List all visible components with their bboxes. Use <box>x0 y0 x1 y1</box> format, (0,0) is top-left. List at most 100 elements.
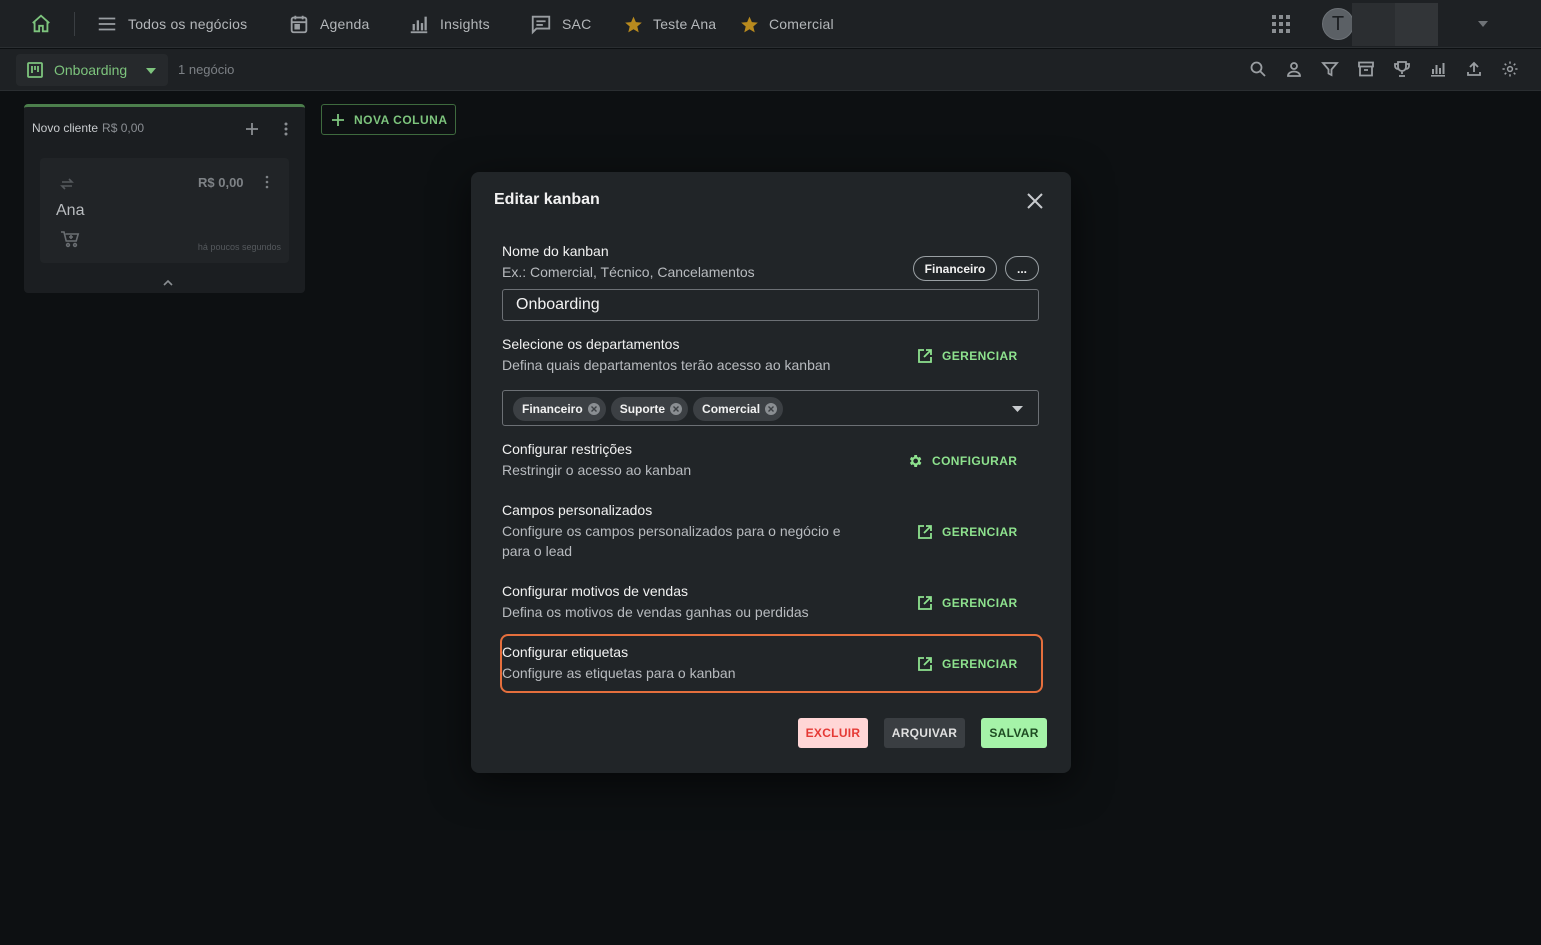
more-vert-icon[interactable] <box>262 174 272 190</box>
kanban-board-icon <box>27 62 43 78</box>
top-navbar: Todos os negócios Agenda Insights SAC Te… <box>0 0 1541 48</box>
kanban-selector[interactable]: Onboarding <box>16 54 168 86</box>
archive-icon[interactable] <box>1357 60 1375 78</box>
nav-sac-label: SAC <box>562 16 592 32</box>
nav-agenda[interactable]: Agenda <box>288 0 369 48</box>
trophy-icon[interactable] <box>1393 60 1411 78</box>
bar-chart-icon[interactable] <box>1429 60 1447 78</box>
card-price: R$ 0,00 <box>198 175 244 190</box>
dialog-title: Editar kanban <box>494 191 600 208</box>
departments-description: Defina quais departamentos terão acesso … <box>502 357 831 373</box>
tags-description: Configure as etiquetas para o kanban <box>502 665 736 681</box>
nav-favorite-teste-ana-label: Teste Ana <box>653 16 717 32</box>
departments-select[interactable]: Financeiro Suporte Comercial <box>502 390 1039 426</box>
chat-icon <box>531 15 551 35</box>
departments-title: Selecione os departamentos <box>502 336 680 352</box>
new-column-button[interactable]: NOVA COLUNA <box>321 104 456 135</box>
restrictions-title: Configurar restrições <box>502 441 632 457</box>
divider <box>74 12 75 36</box>
name-suggestion-chip[interactable]: Financeiro <box>913 256 997 281</box>
cart-icon <box>61 231 80 248</box>
manage-departments-button[interactable]: GERENCIAR <box>917 348 1018 364</box>
bar-chart-icon <box>410 16 428 34</box>
menu-icon <box>98 17 116 31</box>
add-card-icon[interactable] <box>244 121 260 137</box>
avatar[interactable]: T <box>1322 8 1354 40</box>
person-icon[interactable] <box>1285 60 1303 78</box>
avatar-initial: T <box>1331 12 1345 35</box>
sales-reasons-description: Defina os motivos de vendas ganhas ou pe… <box>502 604 809 620</box>
chevron-up-icon[interactable] <box>162 279 174 287</box>
chevron-down-icon[interactable] <box>1012 406 1023 412</box>
search-icon[interactable] <box>1249 60 1267 78</box>
archive-button[interactable]: ARQUIVAR <box>884 718 965 748</box>
open-external-icon <box>918 525 932 539</box>
nav-favorite-comercial-label: Comercial <box>769 16 834 32</box>
upload-icon[interactable] <box>1465 60 1483 78</box>
close-icon[interactable] <box>1026 192 1044 210</box>
nav-insights-label: Insights <box>440 16 490 32</box>
gear-icon <box>909 455 922 467</box>
kanban-selector-label: Onboarding <box>54 62 128 78</box>
delete-button[interactable]: EXCLUIR <box>798 718 868 748</box>
open-external-icon <box>918 596 932 610</box>
custom-fields-description: Configure os campos personalizados para … <box>502 523 841 559</box>
manage-sales-reasons-button[interactable]: GERENCIAR <box>917 595 1018 611</box>
kanban-name-description: Ex.: Comercial, Técnico, Cancelamentos <box>502 264 755 280</box>
column-title: Novo cliente <box>32 121 99 135</box>
name-suggestion-label: Financeiro <box>924 261 986 276</box>
manage-tags-button[interactable]: GERENCIAR <box>917 656 1018 672</box>
kanban-column: Novo cliente R$ 0,00 R$ 0,00 Ana há pouco… <box>24 104 305 293</box>
more-vert-icon[interactable] <box>280 121 292 137</box>
department-chip-label: Suporte <box>619 402 666 416</box>
manage-custom-fields-button[interactable]: GERENCIAR <box>917 524 1018 540</box>
chevron-down-icon[interactable] <box>1477 20 1489 28</box>
new-column-label: NOVA COLUNA <box>354 112 448 127</box>
manage-tags-label: GERENCIAR <box>942 657 1018 671</box>
remove-chip-icon[interactable] <box>587 402 601 416</box>
nav-all-deals[interactable]: Todos os negócios <box>96 0 247 48</box>
nav-favorite-comercial[interactable]: Comercial <box>740 0 834 48</box>
department-chip-label: Financeiro <box>522 402 583 416</box>
department-chip: Suporte <box>610 397 689 421</box>
star-icon <box>741 16 758 32</box>
remove-chip-icon[interactable] <box>669 402 683 416</box>
column-amount: R$ 0,00 <box>102 121 145 135</box>
redacted-user-info <box>1395 3 1438 46</box>
card-name: Ana <box>56 202 85 219</box>
manage-sales-reasons-label: GERENCIAR <box>942 596 1018 610</box>
nav-all-deals-label: Todos os negócios <box>128 16 248 32</box>
archive-button-label: ARQUIVAR <box>891 726 958 740</box>
department-chip: Financeiro <box>513 397 606 421</box>
manage-custom-fields-label: GERENCIAR <box>942 525 1018 539</box>
save-button[interactable]: SALVAR <box>981 718 1047 748</box>
plus-icon <box>332 113 344 126</box>
kanban-name-value: Onboarding <box>516 296 600 313</box>
configure-restrictions-label: CONFIGURAR <box>932 454 1018 468</box>
home-icon[interactable] <box>30 13 52 35</box>
nav-insights[interactable]: Insights <box>408 0 490 48</box>
chevron-down-icon <box>146 68 156 74</box>
edit-kanban-dialog: Editar kanban Nome do kanban Ex.: Comerc… <box>471 172 1071 773</box>
filter-icon[interactable] <box>1321 60 1339 78</box>
nav-sac[interactable]: SAC <box>530 0 591 48</box>
column-header: Novo cliente R$ 0,00 <box>32 121 144 135</box>
kanban-toolbar: Onboarding 1 negócio <box>0 49 1541 91</box>
kanban-name-input[interactable]: Onboarding <box>502 289 1039 321</box>
deal-card[interactable]: R$ 0,00 Ana há poucos segundos <box>40 158 289 263</box>
repeat-icon <box>60 178 74 190</box>
remove-chip-icon[interactable] <box>764 402 778 416</box>
deal-count: 1 negócio <box>178 62 235 77</box>
tags-title: Configurar etiquetas <box>502 644 629 660</box>
more-suggestions-label: ... <box>1016 261 1027 276</box>
department-chip: Comercial <box>693 397 784 421</box>
nav-favorite-teste-ana[interactable]: Teste Ana <box>624 0 716 48</box>
open-external-icon <box>918 657 932 671</box>
configure-restrictions-button[interactable]: CONFIGURAR <box>907 453 1017 469</box>
save-button-label: SALVAR <box>989 726 1039 740</box>
gear-icon[interactable] <box>1501 60 1519 78</box>
apps-grid-icon[interactable] <box>1271 14 1291 34</box>
star-icon <box>625 16 642 32</box>
manage-departments-label: GERENCIAR <box>942 349 1018 363</box>
more-suggestions-chip[interactable]: ... <box>1005 256 1039 281</box>
